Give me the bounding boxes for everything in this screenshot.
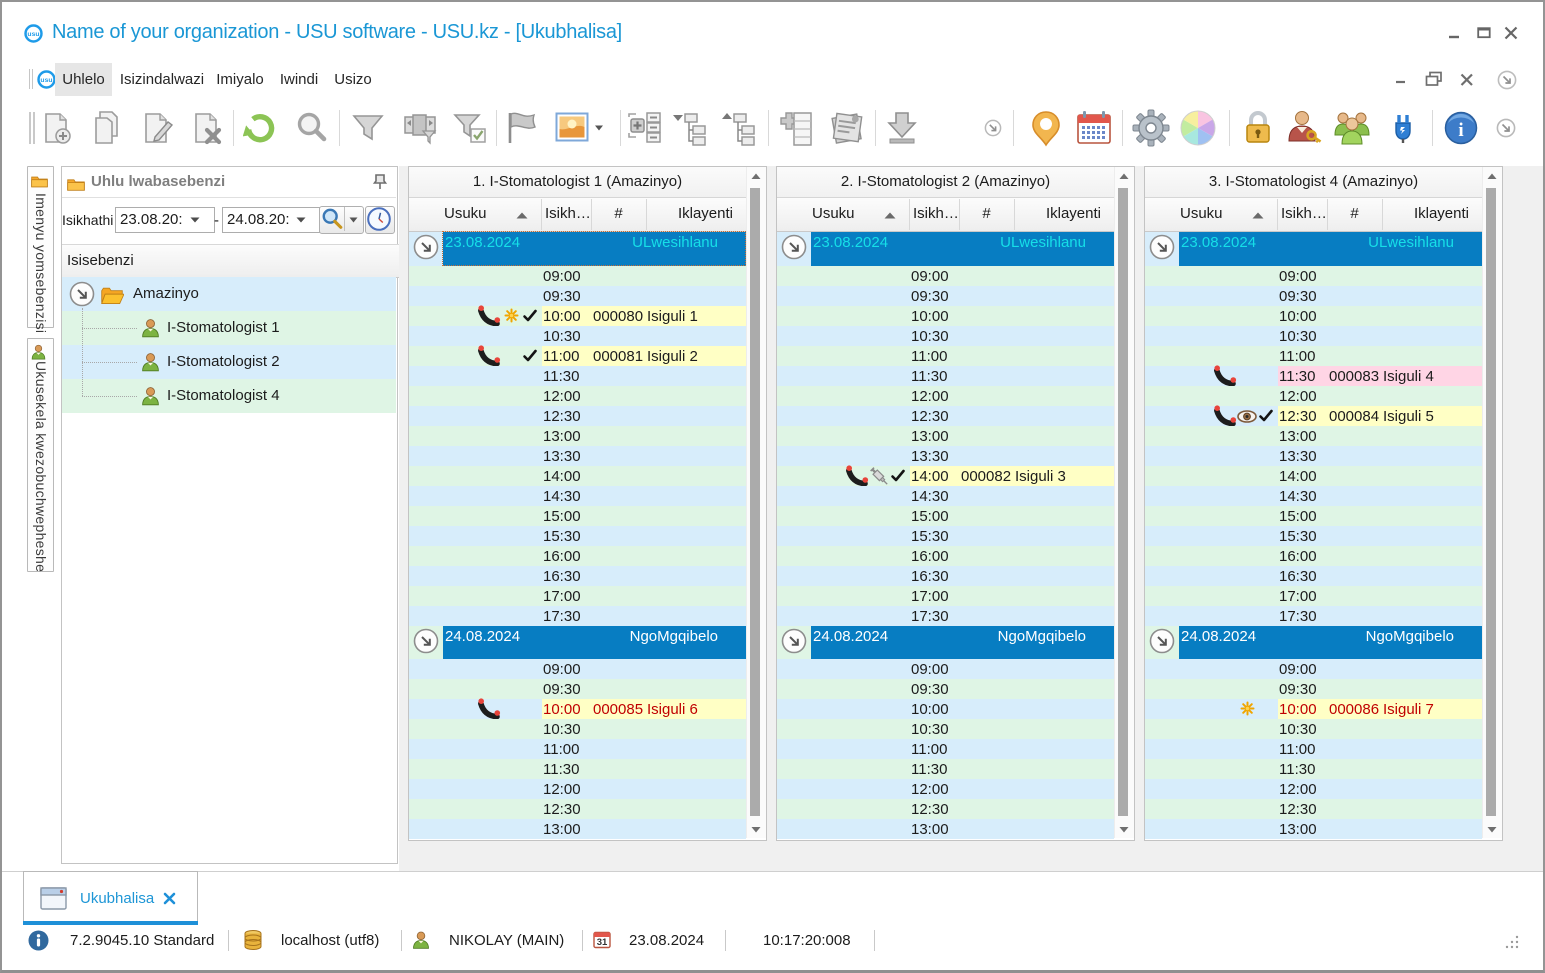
svg-text:usu: usu — [40, 77, 52, 84]
svg-text:i: i — [1458, 120, 1463, 141]
svg-text:31: 31 — [597, 937, 608, 948]
svg-text:usu: usu — [27, 31, 39, 38]
